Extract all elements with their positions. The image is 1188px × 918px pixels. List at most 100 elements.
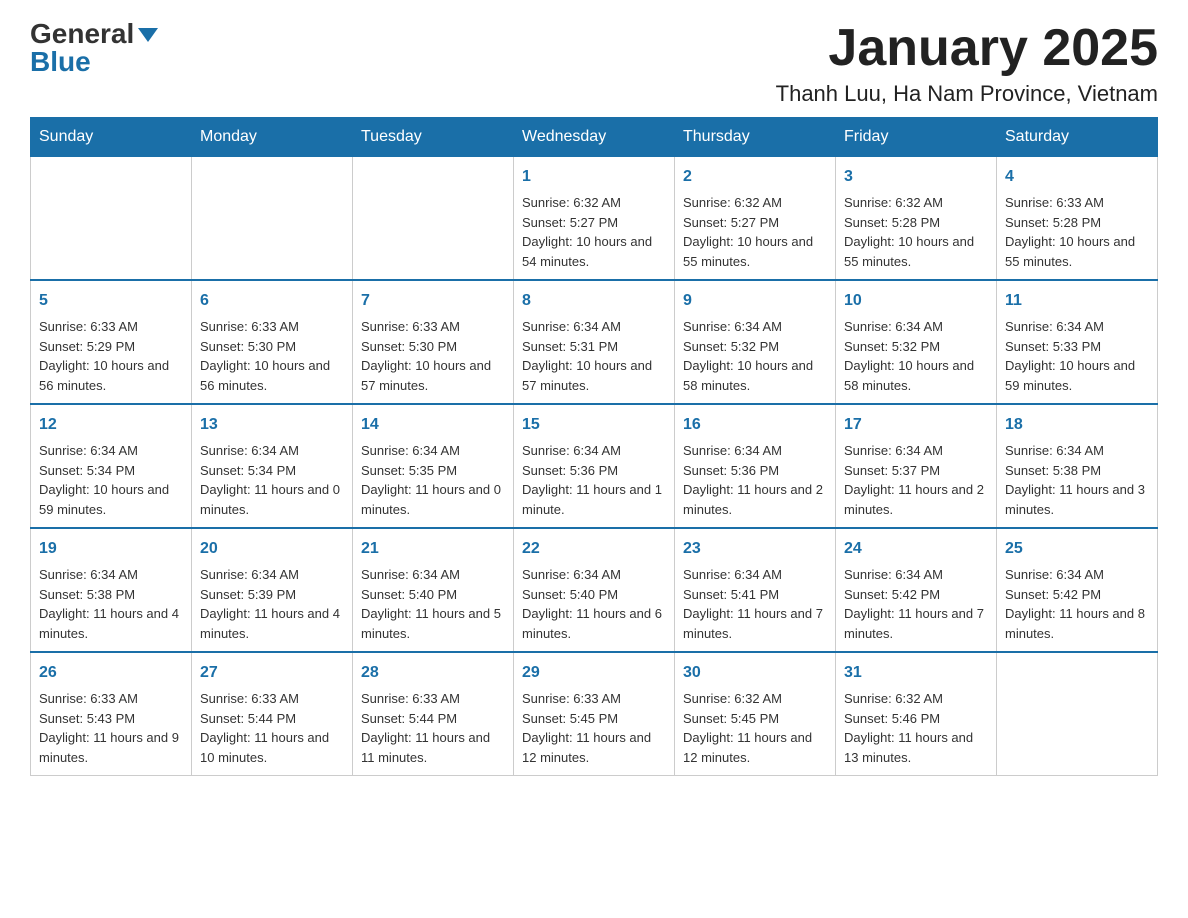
sunset-text: Sunset: 5:45 PM: [683, 711, 779, 726]
table-row: 25Sunrise: 6:34 AMSunset: 5:42 PMDayligh…: [997, 528, 1158, 652]
logo-blue-text: Blue: [30, 48, 91, 76]
daylight-text: Daylight: 11 hours and 9 minutes.: [39, 730, 179, 765]
sunset-text: Sunset: 5:44 PM: [200, 711, 296, 726]
logo-line1: General: [30, 20, 158, 48]
cell-content: 10Sunrise: 6:34 AMSunset: 5:32 PMDayligh…: [844, 289, 988, 395]
sunrise-text: Sunrise: 6:34 AM: [200, 443, 299, 458]
day-number: 14: [361, 413, 505, 437]
daylight-text: Daylight: 10 hours and 55 minutes.: [683, 234, 813, 269]
table-row: 1Sunrise: 6:32 AMSunset: 5:27 PMDaylight…: [514, 157, 675, 281]
sunrise-text: Sunrise: 6:34 AM: [1005, 319, 1104, 334]
day-number: 3: [844, 165, 988, 189]
day-number: 17: [844, 413, 988, 437]
cell-content: 3Sunrise: 6:32 AMSunset: 5:28 PMDaylight…: [844, 165, 988, 271]
sunrise-text: Sunrise: 6:34 AM: [683, 319, 782, 334]
sunrise-text: Sunrise: 6:34 AM: [39, 567, 138, 582]
month-title: January 2025: [776, 20, 1158, 77]
daylight-text: Daylight: 10 hours and 56 minutes.: [200, 358, 330, 393]
daylight-text: Daylight: 11 hours and 6 minutes.: [522, 606, 662, 641]
header-monday: Monday: [192, 118, 353, 157]
table-row: 9Sunrise: 6:34 AMSunset: 5:32 PMDaylight…: [675, 280, 836, 404]
sunrise-text: Sunrise: 6:33 AM: [361, 691, 460, 706]
day-number: 29: [522, 661, 666, 685]
table-row: 31Sunrise: 6:32 AMSunset: 5:46 PMDayligh…: [836, 652, 997, 776]
table-row: 23Sunrise: 6:34 AMSunset: 5:41 PMDayligh…: [675, 528, 836, 652]
title-area: January 2025 Thanh Luu, Ha Nam Province,…: [776, 20, 1158, 107]
day-number: 5: [39, 289, 183, 313]
calendar-week-row: 19Sunrise: 6:34 AMSunset: 5:38 PMDayligh…: [31, 528, 1158, 652]
cell-content: 25Sunrise: 6:34 AMSunset: 5:42 PMDayligh…: [1005, 537, 1149, 643]
sunrise-text: Sunrise: 6:33 AM: [39, 319, 138, 334]
cell-content: 5Sunrise: 6:33 AMSunset: 5:29 PMDaylight…: [39, 289, 183, 395]
table-row: 21Sunrise: 6:34 AMSunset: 5:40 PMDayligh…: [353, 528, 514, 652]
sunrise-text: Sunrise: 6:34 AM: [39, 443, 138, 458]
weekday-header-row: Sunday Monday Tuesday Wednesday Thursday…: [31, 118, 1158, 157]
table-row: 13Sunrise: 6:34 AMSunset: 5:34 PMDayligh…: [192, 404, 353, 528]
logo-general-text: General: [30, 18, 134, 49]
cell-content: 9Sunrise: 6:34 AMSunset: 5:32 PMDaylight…: [683, 289, 827, 395]
sunrise-text: Sunrise: 6:32 AM: [683, 691, 782, 706]
header-wednesday: Wednesday: [514, 118, 675, 157]
sunset-text: Sunset: 5:27 PM: [683, 215, 779, 230]
cell-content: 24Sunrise: 6:34 AMSunset: 5:42 PMDayligh…: [844, 537, 988, 643]
table-row: 8Sunrise: 6:34 AMSunset: 5:31 PMDaylight…: [514, 280, 675, 404]
daylight-text: Daylight: 10 hours and 59 minutes.: [39, 482, 169, 517]
sunset-text: Sunset: 5:32 PM: [683, 339, 779, 354]
sunset-text: Sunset: 5:28 PM: [1005, 215, 1101, 230]
sunrise-text: Sunrise: 6:34 AM: [361, 567, 460, 582]
day-number: 25: [1005, 537, 1149, 561]
cell-content: 15Sunrise: 6:34 AMSunset: 5:36 PMDayligh…: [522, 413, 666, 519]
table-row: 5Sunrise: 6:33 AMSunset: 5:29 PMDaylight…: [31, 280, 192, 404]
daylight-text: Daylight: 10 hours and 57 minutes.: [522, 358, 652, 393]
daylight-text: Daylight: 11 hours and 10 minutes.: [200, 730, 329, 765]
header-friday: Friday: [836, 118, 997, 157]
table-row: 11Sunrise: 6:34 AMSunset: 5:33 PMDayligh…: [997, 280, 1158, 404]
cell-content: 12Sunrise: 6:34 AMSunset: 5:34 PMDayligh…: [39, 413, 183, 519]
sunrise-text: Sunrise: 6:34 AM: [522, 443, 621, 458]
daylight-text: Daylight: 11 hours and 5 minutes.: [361, 606, 501, 641]
daylight-text: Daylight: 11 hours and 7 minutes.: [683, 606, 823, 641]
daylight-text: Daylight: 11 hours and 0 minutes.: [200, 482, 340, 517]
day-number: 12: [39, 413, 183, 437]
day-number: 10: [844, 289, 988, 313]
day-number: 30: [683, 661, 827, 685]
calendar-table: Sunday Monday Tuesday Wednesday Thursday…: [30, 117, 1158, 776]
table-row: 2Sunrise: 6:32 AMSunset: 5:27 PMDaylight…: [675, 157, 836, 281]
day-number: 22: [522, 537, 666, 561]
table-row: 16Sunrise: 6:34 AMSunset: 5:36 PMDayligh…: [675, 404, 836, 528]
day-number: 13: [200, 413, 344, 437]
sunrise-text: Sunrise: 6:34 AM: [683, 567, 782, 582]
table-row: 10Sunrise: 6:34 AMSunset: 5:32 PMDayligh…: [836, 280, 997, 404]
table-row: 22Sunrise: 6:34 AMSunset: 5:40 PMDayligh…: [514, 528, 675, 652]
sunrise-text: Sunrise: 6:34 AM: [1005, 567, 1104, 582]
day-number: 26: [39, 661, 183, 685]
daylight-text: Daylight: 10 hours and 58 minutes.: [683, 358, 813, 393]
sunrise-text: Sunrise: 6:33 AM: [200, 691, 299, 706]
table-row: [192, 157, 353, 281]
daylight-text: Daylight: 10 hours and 58 minutes.: [844, 358, 974, 393]
calendar-week-row: 26Sunrise: 6:33 AMSunset: 5:43 PMDayligh…: [31, 652, 1158, 776]
sunset-text: Sunset: 5:42 PM: [844, 587, 940, 602]
sunrise-text: Sunrise: 6:32 AM: [683, 195, 782, 210]
day-number: 6: [200, 289, 344, 313]
daylight-text: Daylight: 10 hours and 54 minutes.: [522, 234, 652, 269]
table-row: 27Sunrise: 6:33 AMSunset: 5:44 PMDayligh…: [192, 652, 353, 776]
calendar-week-row: 12Sunrise: 6:34 AMSunset: 5:34 PMDayligh…: [31, 404, 1158, 528]
sunset-text: Sunset: 5:29 PM: [39, 339, 135, 354]
daylight-text: Daylight: 10 hours and 55 minutes.: [1005, 234, 1135, 269]
daylight-text: Daylight: 11 hours and 2 minutes.: [683, 482, 823, 517]
day-number: 1: [522, 165, 666, 189]
table-row: 12Sunrise: 6:34 AMSunset: 5:34 PMDayligh…: [31, 404, 192, 528]
daylight-text: Daylight: 11 hours and 13 minutes.: [844, 730, 973, 765]
day-number: 11: [1005, 289, 1149, 313]
table-row: [353, 157, 514, 281]
sunset-text: Sunset: 5:44 PM: [361, 711, 457, 726]
sunset-text: Sunset: 5:36 PM: [683, 463, 779, 478]
daylight-text: Daylight: 11 hours and 4 minutes.: [39, 606, 179, 641]
daylight-text: Daylight: 11 hours and 1 minute.: [522, 482, 662, 517]
cell-content: 27Sunrise: 6:33 AMSunset: 5:44 PMDayligh…: [200, 661, 344, 767]
sunrise-text: Sunrise: 6:34 AM: [844, 567, 943, 582]
sunrise-text: Sunrise: 6:32 AM: [522, 195, 621, 210]
header: General Blue January 2025 Thanh Luu, Ha …: [30, 20, 1158, 107]
table-row: 19Sunrise: 6:34 AMSunset: 5:38 PMDayligh…: [31, 528, 192, 652]
